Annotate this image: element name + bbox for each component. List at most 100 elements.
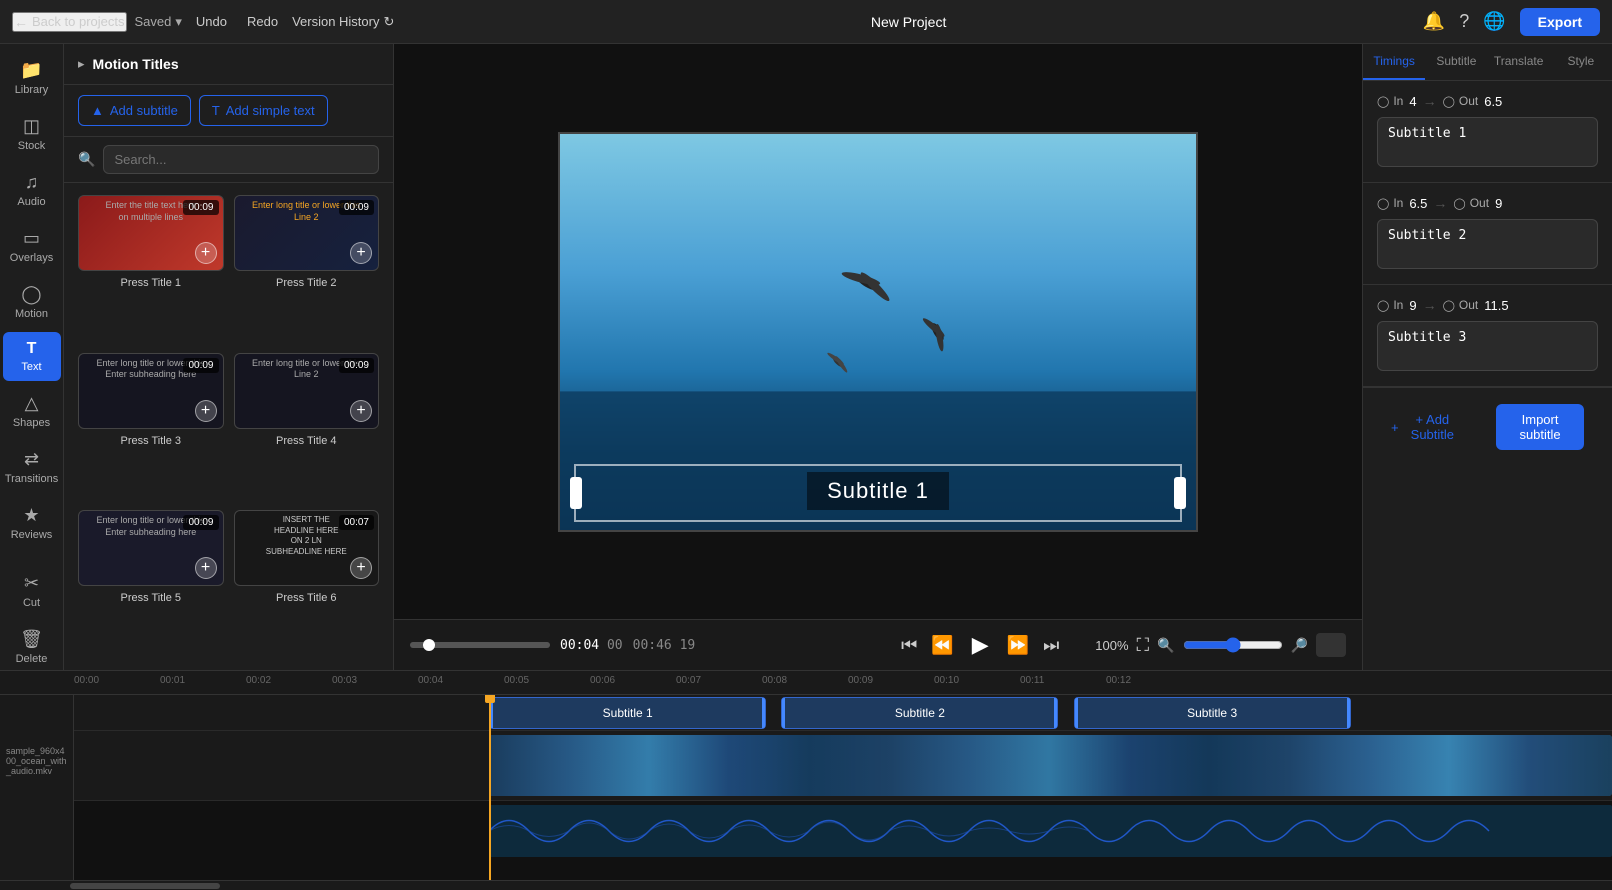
fullscreen-button[interactable]: ⛶	[1137, 635, 1150, 656]
redo-button[interactable]: Redo	[241, 10, 284, 33]
sidebar-item-overlays[interactable]: ▭ Overlays	[3, 220, 61, 272]
skip-back-button[interactable]: ⏮	[897, 631, 921, 660]
zoom-slider[interactable]	[1183, 637, 1283, 653]
video-track[interactable]	[74, 731, 1612, 801]
import-subtitle-button[interactable]: Import subtitle	[1496, 404, 1584, 450]
sidebar-item-shapes[interactable]: △ Shapes	[3, 385, 61, 437]
notifications-button[interactable]: 🔔	[1423, 11, 1445, 32]
sidebar-item-reviews[interactable]: ★ Reviews	[3, 497, 61, 549]
panel-header: ▸ Motion Titles	[64, 44, 393, 85]
sidebar-label-transitions: Transitions	[5, 473, 58, 485]
audio-track[interactable]	[74, 801, 1612, 861]
sidebar-item-text[interactable]: T Text	[3, 332, 61, 381]
shapes-icon: △	[25, 393, 39, 414]
back-label: Back to projects	[32, 14, 125, 29]
playback-controls: ⏮ ⏪ ▶ ⏩ ⏭	[897, 628, 1063, 662]
tab-translate[interactable]: Translate	[1488, 44, 1550, 80]
subtitle-text-1[interactable]: Subtitle 1	[1377, 117, 1598, 167]
scrubber-thumb[interactable]	[423, 639, 435, 651]
help-button[interactable]: ?	[1459, 11, 1469, 32]
subtitle-clip-3[interactable]: Subtitle 3	[1074, 697, 1351, 729]
fast-forward-button[interactable]: ⏩	[1003, 631, 1033, 660]
sidebar-item-audio[interactable]: ♫ Audio	[3, 164, 61, 216]
nav-right: 🔔 ? 🌐 Export	[1423, 8, 1600, 36]
clip-border-right-2	[1054, 698, 1057, 728]
template-thumb-2: Enter long title or lower thisLine 2 00:…	[234, 195, 380, 271]
tab-timings[interactable]: Timings	[1363, 44, 1425, 80]
zoom-in-icon[interactable]: 🔎	[1291, 637, 1308, 654]
sidebar-item-library[interactable]: 📁 Library	[3, 52, 61, 104]
timing-arrow-2[interactable]: →	[1433, 195, 1447, 211]
search-input[interactable]	[103, 145, 379, 174]
motion-icon: ◯	[21, 284, 41, 305]
stock-icon: ◫	[23, 116, 40, 137]
timeline-content: sample_960x400_ocean_with_audio.mkv Subt…	[0, 695, 1612, 880]
version-history-button[interactable]: Version History ↻	[292, 14, 394, 30]
version-label: Version History	[292, 14, 379, 29]
add-simple-text-button[interactable]: T Add simple text	[199, 95, 328, 126]
sidebar-item-motion[interactable]: ◯ Motion	[3, 276, 61, 328]
panel-title: Motion Titles	[93, 56, 179, 72]
subtitle-clip-2[interactable]: Subtitle 2	[781, 697, 1058, 729]
globe-button[interactable]: 🌐	[1483, 11, 1505, 32]
scrollbar-thumb[interactable]	[70, 883, 220, 889]
subtitle-text-3[interactable]: Subtitle 3	[1377, 321, 1598, 371]
ruler-mark: 00:00	[74, 675, 99, 686]
handle-left[interactable]	[570, 477, 582, 509]
tab-subtitle[interactable]: Subtitle	[1425, 44, 1487, 80]
template-time-5: 00:09	[183, 515, 218, 530]
in-label-3: ◯ In	[1377, 298, 1403, 312]
sidebar-item-delete[interactable]: 🗑 Delete	[3, 621, 61, 670]
play-button[interactable]: ▶	[964, 628, 997, 662]
timing-arrow-3[interactable]: →	[1423, 297, 1437, 313]
timing-arrow-1[interactable]: →	[1423, 93, 1437, 109]
video-clip[interactable]	[489, 735, 1612, 796]
current-time: 00:04 00	[560, 638, 623, 653]
timeline-ruler: 00:00 00:01 00:02 00:03 00:04 00:05 00:0…	[0, 671, 1612, 695]
back-button[interactable]: ← Back to projects	[12, 12, 127, 32]
add-subtitle-button[interactable]: ▲ Add subtitle	[78, 95, 191, 126]
sidebar-item-transitions[interactable]: ⇄ Transitions	[3, 441, 61, 493]
zoom-out-icon[interactable]: 🔍	[1157, 637, 1174, 654]
undo-button[interactable]: Undo	[190, 10, 233, 33]
timing-row-1: ◯ In 4 → ◯ Out 6.5	[1377, 93, 1598, 109]
timeline-area: 00:00 00:01 00:02 00:03 00:04 00:05 00:0…	[0, 670, 1612, 890]
scrubber-bar[interactable]	[410, 642, 550, 648]
subtitle-track[interactable]: Subtitle 1 Subtitle 2 Subtitle 3	[74, 695, 1612, 731]
template-add-3[interactable]: +	[195, 400, 217, 422]
subtitle-clip-1[interactable]: Subtitle 1	[489, 697, 766, 729]
template-add-2[interactable]: +	[350, 242, 372, 264]
rewind-button[interactable]: ⏪	[927, 631, 957, 660]
subtitle-text-2[interactable]: Subtitle 2	[1377, 219, 1598, 269]
export-button[interactable]: Export	[1520, 8, 1600, 36]
template-add-4[interactable]: +	[350, 400, 372, 422]
text-icon: T	[27, 340, 37, 358]
audio-icon: ♫	[25, 172, 39, 193]
tab-style[interactable]: Style	[1550, 44, 1612, 80]
total-time: 00:46 19	[633, 638, 696, 653]
template-item[interactable]: Enter long title or lower thisEnter subh…	[78, 353, 224, 501]
ruler-mark: 00:12	[1106, 675, 1131, 686]
template-item[interactable]: INSERT THEHEADLINE HEREON 2 LNSUBHEADLIN…	[234, 510, 380, 658]
add-subtitle-bottom-button[interactable]: + + Add Subtitle	[1377, 396, 1474, 458]
template-item[interactable]: Enter long title or lower thisLine 2 00:…	[234, 353, 380, 501]
sidebar-item-cut[interactable]: ✂ Cut	[3, 565, 61, 617]
template-add-5[interactable]: +	[195, 557, 217, 579]
template-time-4: 00:09	[339, 358, 374, 373]
timeline-scrollbar[interactable]	[0, 880, 1612, 890]
view-thumbnail[interactable]	[1316, 633, 1346, 657]
template-add-6[interactable]: +	[350, 557, 372, 579]
template-time-6: 00:07	[339, 515, 374, 530]
sidebar-item-stock[interactable]: ◫ Stock	[3, 108, 61, 160]
subtitle-entry-3: ◯ In 9 → ◯ Out 11.5 Subtitle 3	[1363, 285, 1612, 387]
template-item[interactable]: Enter the title text hereon multiple lin…	[78, 195, 224, 343]
skip-forward-button[interactable]: ⏭	[1039, 631, 1063, 660]
waveform-svg	[489, 805, 1612, 857]
sky-scene: Subtitle 1	[560, 134, 1196, 530]
template-item[interactable]: Enter long title or lower thisLine 2 00:…	[234, 195, 380, 343]
handle-right[interactable]	[1174, 477, 1186, 509]
ruler-mark: 00:10	[934, 675, 959, 686]
template-item[interactable]: Enter long title or lower thisEnter subh…	[78, 510, 224, 658]
template-add-1[interactable]: +	[195, 242, 217, 264]
right-panel-bottom: + + Add Subtitle Import subtitle	[1363, 387, 1612, 466]
